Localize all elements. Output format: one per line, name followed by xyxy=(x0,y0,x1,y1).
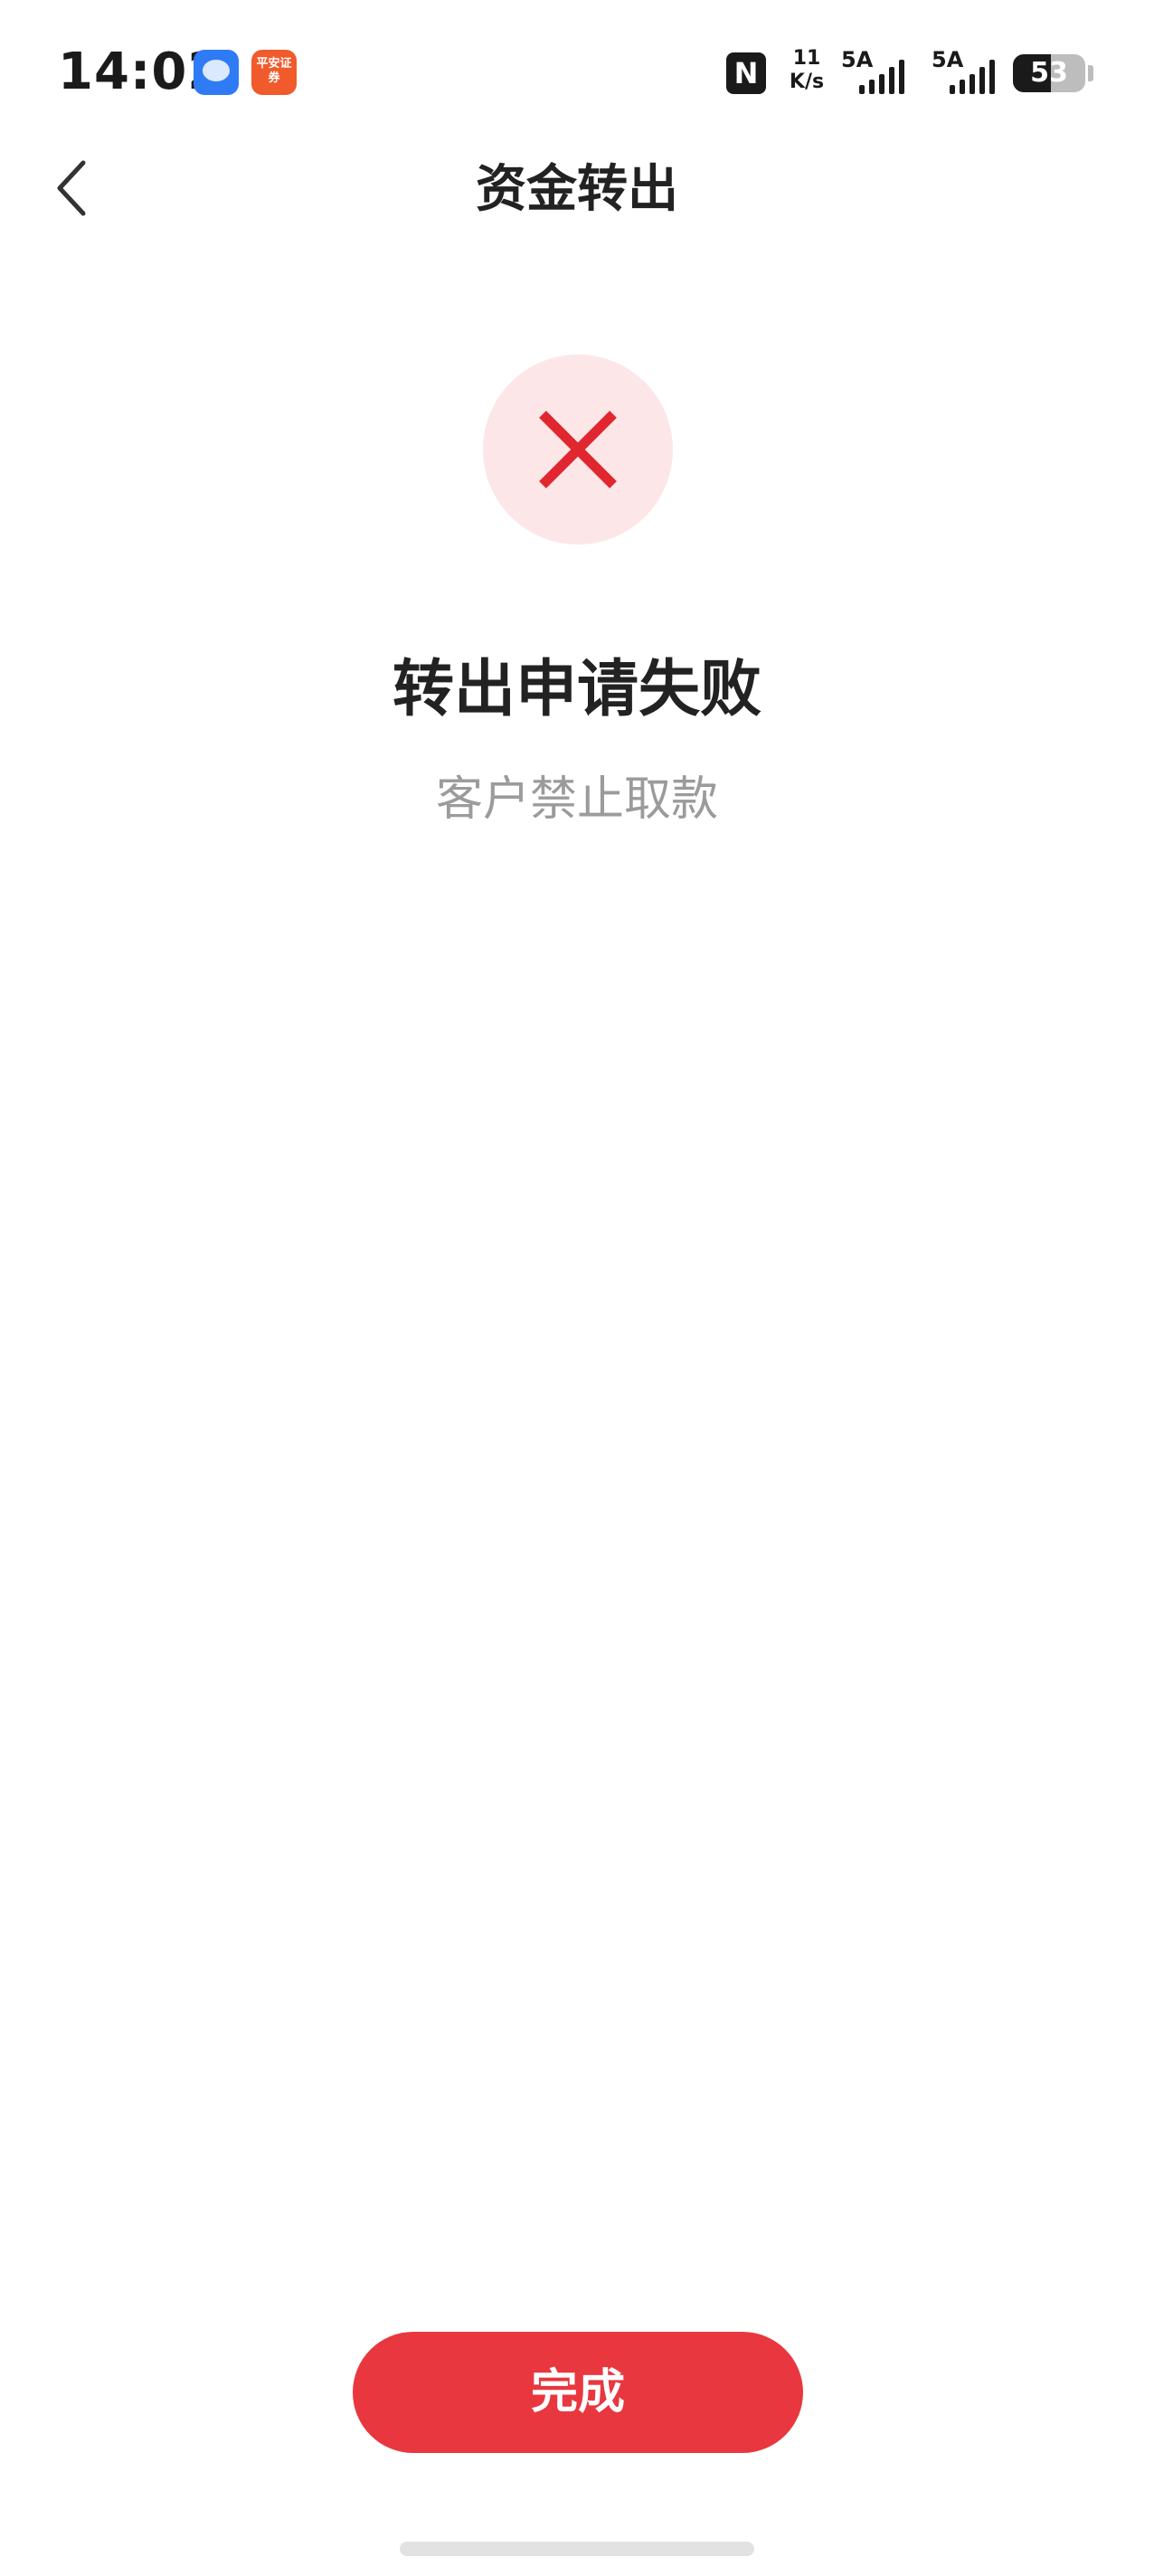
network-speed: 11 K/s xyxy=(783,47,830,94)
signal-strength-2-icon: 5A xyxy=(932,47,1022,96)
nfc-icon: N xyxy=(726,52,766,94)
network-speed-unit: K/s xyxy=(789,71,825,93)
pingan-app-icon: 平安证券 xyxy=(251,50,297,95)
signal-strength-1-icon: 5A xyxy=(841,47,932,96)
status-bar: 14:02 平安证券 N 11 K/s 5A 5A 53 xyxy=(0,0,1154,145)
battery-level: 53 xyxy=(1030,57,1068,89)
fail-status-icon xyxy=(483,355,673,545)
battery-tip xyxy=(1088,65,1093,81)
messages-app-icon xyxy=(194,50,239,95)
page-title: 资金转出 xyxy=(476,160,678,219)
network-speed-value: 11 xyxy=(792,47,821,70)
result-title: 转出申请失败 xyxy=(392,654,761,725)
battery-icon: 53 xyxy=(1013,54,1085,92)
close-icon xyxy=(539,411,617,488)
home-indicator[interactable] xyxy=(400,2542,754,2556)
done-button[interactable]: 完成 xyxy=(353,2332,803,2453)
result-reason: 客户禁止取款 xyxy=(435,772,718,827)
